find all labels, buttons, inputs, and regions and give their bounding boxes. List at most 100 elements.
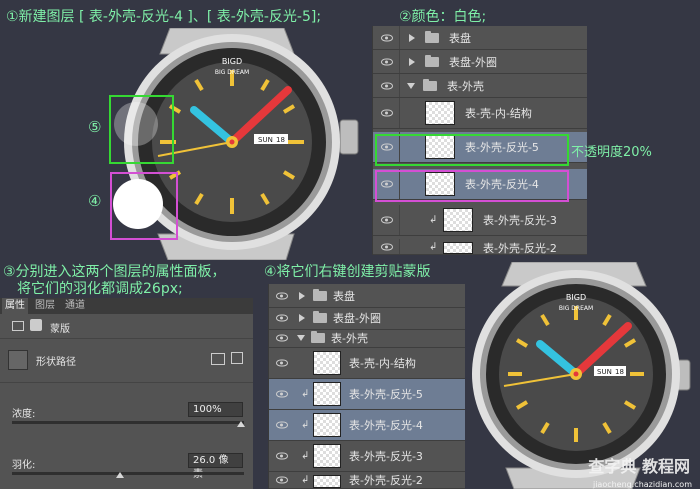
layer-row-inner-structure[interactable]: 表-壳-内-结构 — [269, 348, 465, 379]
watch-date-num: 18 — [276, 136, 285, 144]
eye-icon[interactable] — [276, 421, 288, 429]
watch-date-num: 18 — [615, 368, 624, 376]
watermark-logo: 查字典 教程网 — [588, 457, 690, 476]
layer-label: 表-外壳-反光-4 — [349, 419, 423, 432]
tab-properties[interactable]: 属性 — [2, 298, 28, 314]
reflection-5-layer-highlight — [375, 134, 569, 166]
layer-row-reflection-5[interactable]: ↲ 表-外壳-反光-5 — [269, 379, 465, 410]
step-3-line-1: ③分别进入这两个图层的属性面板， — [3, 264, 226, 280]
layer-thumbnail — [425, 101, 455, 125]
density-label: 浓度: — [12, 409, 36, 420]
eye-icon[interactable] — [276, 292, 288, 299]
layer-row-dial[interactable]: 表盘 — [269, 284, 465, 308]
layer-label: 表盘-外圈 — [333, 311, 381, 325]
collapse-arrow-icon[interactable] — [297, 334, 305, 341]
reflection-5-highlight — [109, 95, 174, 164]
step-4-text: ④将它们右键创建剪贴蒙版 — [264, 264, 431, 280]
select-mask-icon[interactable] — [231, 352, 243, 364]
properties-panel: 属性 图层 通道 蒙版 形状路径 浓度: 100% 羽化: 26.0 像素 — [0, 298, 253, 489]
density-slider[interactable] — [12, 421, 244, 424]
layer-label: 表-壳-内-结构 — [349, 357, 416, 370]
tab-layers[interactable]: 图层 — [32, 298, 58, 314]
layer-row-reflection-3[interactable]: ↲ 表-外壳-反光-3 — [269, 441, 465, 472]
eye-icon[interactable] — [381, 82, 393, 89]
layer-row-reflection-2[interactable]: ↲ 表-外壳-反光-2 — [269, 472, 465, 489]
watch-brand-2: BIG DREAM — [559, 305, 593, 312]
density-slider-thumb[interactable] — [237, 421, 245, 427]
eye-icon[interactable] — [276, 314, 288, 321]
watch-brand-1: BIGD — [222, 57, 242, 66]
feather-slider-thumb[interactable] — [116, 472, 124, 478]
marker-4: ④ — [88, 192, 102, 210]
opacity-note: 不透明度20% — [571, 145, 652, 160]
layer-row-reflection-4[interactable]: ↲ 表-外壳-反光-4 — [269, 410, 465, 441]
layers-panel-bottom: 表盘 表盘-外圈 表-外壳 表-壳-内-结构 ↲ 表-外壳-反光-5 ↲ 表-外… — [268, 284, 465, 489]
eye-icon[interactable] — [276, 390, 288, 398]
expand-arrow-icon[interactable] — [299, 313, 305, 322]
clipping-arrow-icon: ↲ — [301, 388, 310, 400]
layer-label: 表盘 — [449, 31, 471, 45]
feather-label: 羽化: — [12, 460, 36, 471]
eye-icon[interactable] — [276, 452, 288, 460]
layer-label: 表-外壳-反光-3 — [483, 214, 557, 227]
shape-path-label: 形状路径 — [36, 357, 76, 368]
pixel-mask-icon[interactable] — [12, 321, 24, 331]
clipping-arrow-icon: ↲ — [301, 474, 310, 486]
layer-label: 表-外壳 — [447, 79, 484, 93]
layer-label: 表-外壳-反光-2 — [349, 474, 423, 487]
add-mask-icon[interactable] — [211, 353, 225, 365]
layer-label: 表-外壳 — [331, 331, 368, 345]
clipping-arrow-icon: ↲ — [301, 450, 310, 462]
step-1-text: ①新建图层 [ 表-外壳-反光-4 ]、[ 表-外壳-反光-5]; — [6, 9, 322, 25]
layer-label: 表-壳-内-结构 — [465, 107, 532, 120]
layer-row-case-group[interactable]: 表-外壳 — [269, 328, 465, 348]
layer-row-dial[interactable]: 表盘 — [373, 26, 587, 50]
eye-icon[interactable] — [381, 58, 393, 65]
layer-row-dial-outer[interactable]: 表盘-外圈 — [373, 50, 587, 74]
folder-icon — [313, 288, 327, 301]
layer-thumbnail — [443, 242, 473, 254]
layer-label: 表-外壳-反光-2 — [483, 242, 557, 255]
folder-icon — [425, 30, 439, 43]
watch-date-day: SUN — [258, 136, 273, 144]
step-2-text: ②颜色：白色; — [399, 9, 487, 25]
density-field[interactable]: 100% — [188, 402, 243, 417]
layer-thumbnail — [313, 475, 341, 488]
mask-label: 蒙版 — [50, 324, 70, 335]
layer-label: 表-外壳-反光-5 — [349, 388, 423, 401]
expand-arrow-icon[interactable] — [409, 57, 415, 66]
eye-icon[interactable] — [276, 359, 288, 367]
layer-label: 表盘-外圈 — [449, 55, 497, 69]
layer-thumbnail — [443, 208, 473, 232]
reflection-4-layer-highlight — [375, 170, 569, 202]
layer-label: 表-外壳-反光-3 — [349, 450, 423, 463]
step-3-line-2: 将它们的羽化都调成26px; — [17, 281, 183, 297]
feather-field[interactable]: 26.0 像素 — [188, 453, 243, 480]
eye-icon[interactable] — [276, 334, 288, 341]
folder-icon — [311, 330, 325, 343]
eye-icon[interactable] — [381, 34, 393, 41]
layer-row-inner-structure[interactable]: 表-壳-内-结构 — [373, 98, 587, 129]
expand-arrow-icon[interactable] — [409, 33, 415, 42]
clipping-arrow-icon: ↲ — [429, 241, 438, 252]
vector-mask-icon[interactable] — [30, 319, 42, 331]
collapse-arrow-icon[interactable] — [407, 82, 415, 89]
eye-icon[interactable] — [276, 476, 288, 484]
tab-channels[interactable]: 通道 — [62, 298, 88, 314]
marker-5: ⑤ — [88, 118, 102, 136]
eye-icon[interactable] — [381, 216, 393, 224]
layer-row-dial-outer[interactable]: 表盘-外圈 — [269, 306, 465, 330]
layer-thumbnail — [313, 444, 341, 468]
layer-thumbnail — [313, 351, 341, 375]
layer-row-case-group[interactable]: 表-外壳 — [373, 74, 587, 98]
eye-icon[interactable] — [381, 109, 393, 117]
layer-row-reflection-3[interactable]: ↲ 表-外壳-反光-3 — [373, 205, 587, 236]
layer-row-reflection-2[interactable]: ↲ 表-外壳-反光-2 — [373, 239, 587, 255]
layer-thumbnail — [313, 413, 341, 437]
folder-icon — [423, 78, 437, 91]
clipping-arrow-icon: ↲ — [429, 214, 438, 226]
eye-icon[interactable] — [381, 243, 393, 250]
expand-arrow-icon[interactable] — [299, 291, 305, 300]
folder-icon — [425, 54, 439, 67]
feather-slider[interactable] — [12, 472, 244, 475]
